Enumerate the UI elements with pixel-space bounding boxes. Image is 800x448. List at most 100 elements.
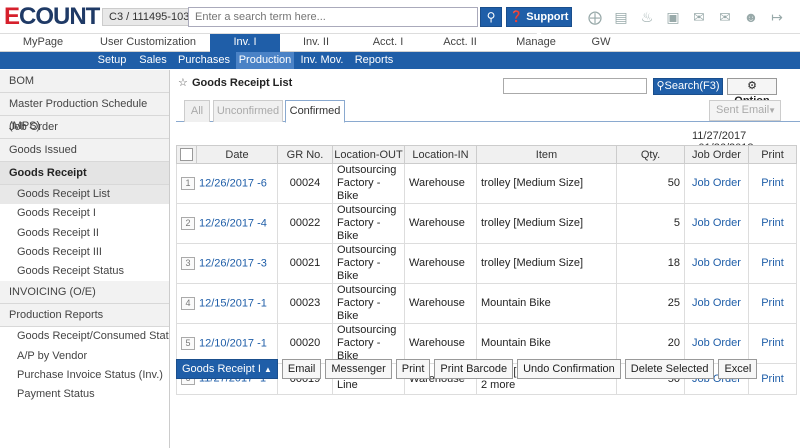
sidebar-sub-goods-receipt-ii[interactable]: Goods Receipt II	[0, 223, 169, 243]
job-order-link[interactable]: Job Order	[684, 203, 749, 244]
print-barcode-button[interactable]: Print Barcode	[434, 359, 514, 379]
top-bar: ECOUNT C3 / 111495-103 ⚲ ❓ Support ▾ ⨁ ▤…	[0, 0, 800, 41]
sidebar-sub-purchase-invoice-status[interactable]: Purchase Invoice Status (Inv.)	[0, 366, 169, 386]
row-date-cell[interactable]: 2 12/26/2017 -4	[176, 203, 278, 244]
row-checkbox[interactable]: 4	[181, 296, 195, 310]
tab-all[interactable]: All	[184, 100, 210, 122]
global-search-input[interactable]	[188, 7, 478, 27]
print-link[interactable]: Print	[748, 163, 797, 204]
nav-acct-i[interactable]: Acct. I	[352, 34, 424, 52]
subnav-production[interactable]: Production	[236, 52, 294, 69]
expand-icon[interactable]: ⨁	[582, 8, 608, 26]
sidebar-sub-payment-status[interactable]: Payment Status	[0, 385, 169, 405]
nav-mypage[interactable]: MyPage	[0, 34, 86, 52]
sidebar-item-invoicing[interactable]: INVOICING (O/E)	[0, 281, 169, 305]
notes-icon[interactable]: ▤	[608, 8, 634, 26]
tab-confirmed[interactable]: Confirmed	[285, 100, 345, 123]
sidebar-sub-goods-receipt-i[interactable]: Goods Receipt I	[0, 204, 169, 224]
goods-receipt-table: Date GR No. Location-OUT Location-IN Ite…	[176, 145, 797, 395]
support-button[interactable]: ❓ Support ▾	[506, 7, 572, 41]
undo-confirmation-button[interactable]: Undo Confirmation	[517, 359, 621, 379]
sidebar-item-mps[interactable]: Master Production Schedule (MPS)	[0, 93, 169, 132]
print-link[interactable]: Print	[748, 323, 797, 364]
row-checkbox[interactable]: 1	[181, 176, 195, 190]
nav-inv-ii[interactable]: Inv. II	[280, 34, 352, 52]
sidebar-item-goods-issued[interactable]: Goods Issued	[0, 139, 169, 162]
row-checkbox[interactable]: 2	[181, 216, 195, 230]
date-link[interactable]: 12/26/2017 -6	[199, 177, 267, 189]
date-link[interactable]: 12/26/2017 -4	[199, 217, 267, 229]
subnav-inv-mov[interactable]: Inv. Mov.	[297, 52, 347, 69]
job-order-link[interactable]: Job Order	[684, 243, 749, 284]
col-location-out[interactable]: Location-OUT	[332, 145, 405, 164]
job-order-link[interactable]: Job Order	[684, 163, 749, 204]
sidebar-item-job-order[interactable]: Job Order	[0, 116, 169, 139]
nav-acct-ii[interactable]: Acct. II	[424, 34, 496, 52]
gift-icon[interactable]: ▣	[660, 8, 686, 26]
row-checkbox[interactable]: 5	[181, 336, 195, 350]
col-job-order[interactable]: Job Order	[684, 145, 749, 164]
job-order-link[interactable]: Job Order	[684, 323, 749, 364]
logout-icon[interactable]: ↦	[764, 8, 790, 26]
subnav-sales[interactable]: Sales	[136, 52, 170, 69]
delete-selected-button[interactable]: Delete Selected	[624, 359, 715, 379]
subnav-purchases[interactable]: Purchases	[176, 52, 232, 69]
col-date[interactable]: Date	[196, 145, 278, 164]
print-link[interactable]: Print	[748, 283, 797, 324]
sidebar-sub-ap-by-vendor[interactable]: A/P by Vendor	[0, 346, 169, 367]
excel-button[interactable]: Excel	[718, 359, 758, 379]
global-search-button[interactable]: ⚲	[480, 7, 502, 27]
sent-email-dropdown[interactable]: Sent Email ▼	[709, 100, 781, 121]
ecount-logo[interactable]: E COUNT	[4, 3, 100, 30]
help-icon: ❓	[509, 11, 524, 23]
row-checkbox[interactable]: 3	[181, 256, 195, 270]
option-button[interactable]: ⚙ Option	[727, 78, 777, 107]
row-date-cell[interactable]: 3 12/26/2017 -3	[176, 243, 278, 284]
tab-unconfirmed[interactable]: Unconfirmed	[213, 100, 283, 122]
print-button[interactable]: Print	[395, 359, 431, 379]
item-cell: Mountain Bike	[476, 323, 617, 364]
subnav-reports[interactable]: Reports	[350, 52, 398, 69]
search-f3-button[interactable]: ⚲Search(F3)	[653, 78, 723, 95]
col-qty[interactable]: Qty.	[616, 145, 685, 164]
nav-manage[interactable]: Manage	[496, 34, 576, 52]
search-icon: ⚲	[486, 10, 496, 24]
nav-user-customization[interactable]: User Customization	[86, 34, 210, 52]
company-code[interactable]: C3 / 111495-103	[102, 8, 197, 26]
date-link[interactable]: 12/15/2017 -1	[199, 297, 267, 309]
sidebar-item-goods-receipt[interactable]: Goods Receipt	[0, 162, 169, 185]
goods-receipt-i-button[interactable]: Goods Receipt I ▲	[176, 359, 278, 379]
col-print[interactable]: Print	[748, 145, 797, 164]
mail-icon[interactable]: ✉	[712, 8, 738, 26]
col-location-in[interactable]: Location-IN	[404, 145, 477, 164]
bell-icon[interactable]: ♨	[634, 8, 660, 26]
row-date-cell[interactable]: 1 12/26/2017 -6	[176, 163, 278, 204]
sidebar-item-production-reports[interactable]: Production Reports	[0, 304, 169, 328]
job-order-link[interactable]: Job Order	[684, 283, 749, 324]
list-search-input[interactable]	[503, 78, 647, 94]
sidebar-sub-gr-consumed-status[interactable]: Goods Receipt/Consumed Status I	[0, 327, 169, 347]
chat-icon[interactable]: ✉	[686, 8, 712, 26]
row-date-cell[interactable]: 4 12/15/2017 -1	[176, 283, 278, 324]
subnav-setup[interactable]: Setup	[94, 52, 130, 69]
sidebar-item-bom[interactable]: BOM	[0, 70, 169, 93]
sidebar-sub-goods-receipt-status[interactable]: Goods Receipt Status	[0, 262, 169, 282]
col-item[interactable]: Item	[476, 145, 617, 164]
email-button[interactable]: Email	[281, 359, 322, 379]
messenger-button[interactable]: Messenger	[325, 359, 392, 379]
user-icon[interactable]: ☻	[738, 8, 764, 26]
col-gr-no[interactable]: GR No.	[277, 145, 333, 164]
sidebar-sub-goods-receipt-iii[interactable]: Goods Receipt III	[0, 242, 169, 263]
select-all-checkbox[interactable]	[176, 145, 197, 164]
star-icon[interactable]: ☆	[178, 76, 188, 89]
location-out-cell: Outsourcing Factory - Bike	[332, 283, 405, 324]
row-date-cell[interactable]: 5 12/10/2017 -1	[176, 323, 278, 364]
print-link[interactable]: Print	[748, 203, 797, 244]
nav-gw[interactable]: GW	[576, 34, 626, 52]
nav-inv-i[interactable]: Inv. I	[210, 34, 280, 52]
sidebar-sub-goods-receipt-list[interactable]: Goods Receipt List	[0, 185, 169, 205]
print-link[interactable]: Print	[748, 243, 797, 284]
date-link[interactable]: 12/10/2017 -1	[199, 337, 267, 349]
qty-cell: 18	[616, 243, 685, 284]
date-link[interactable]: 12/26/2017 -3	[199, 257, 267, 269]
